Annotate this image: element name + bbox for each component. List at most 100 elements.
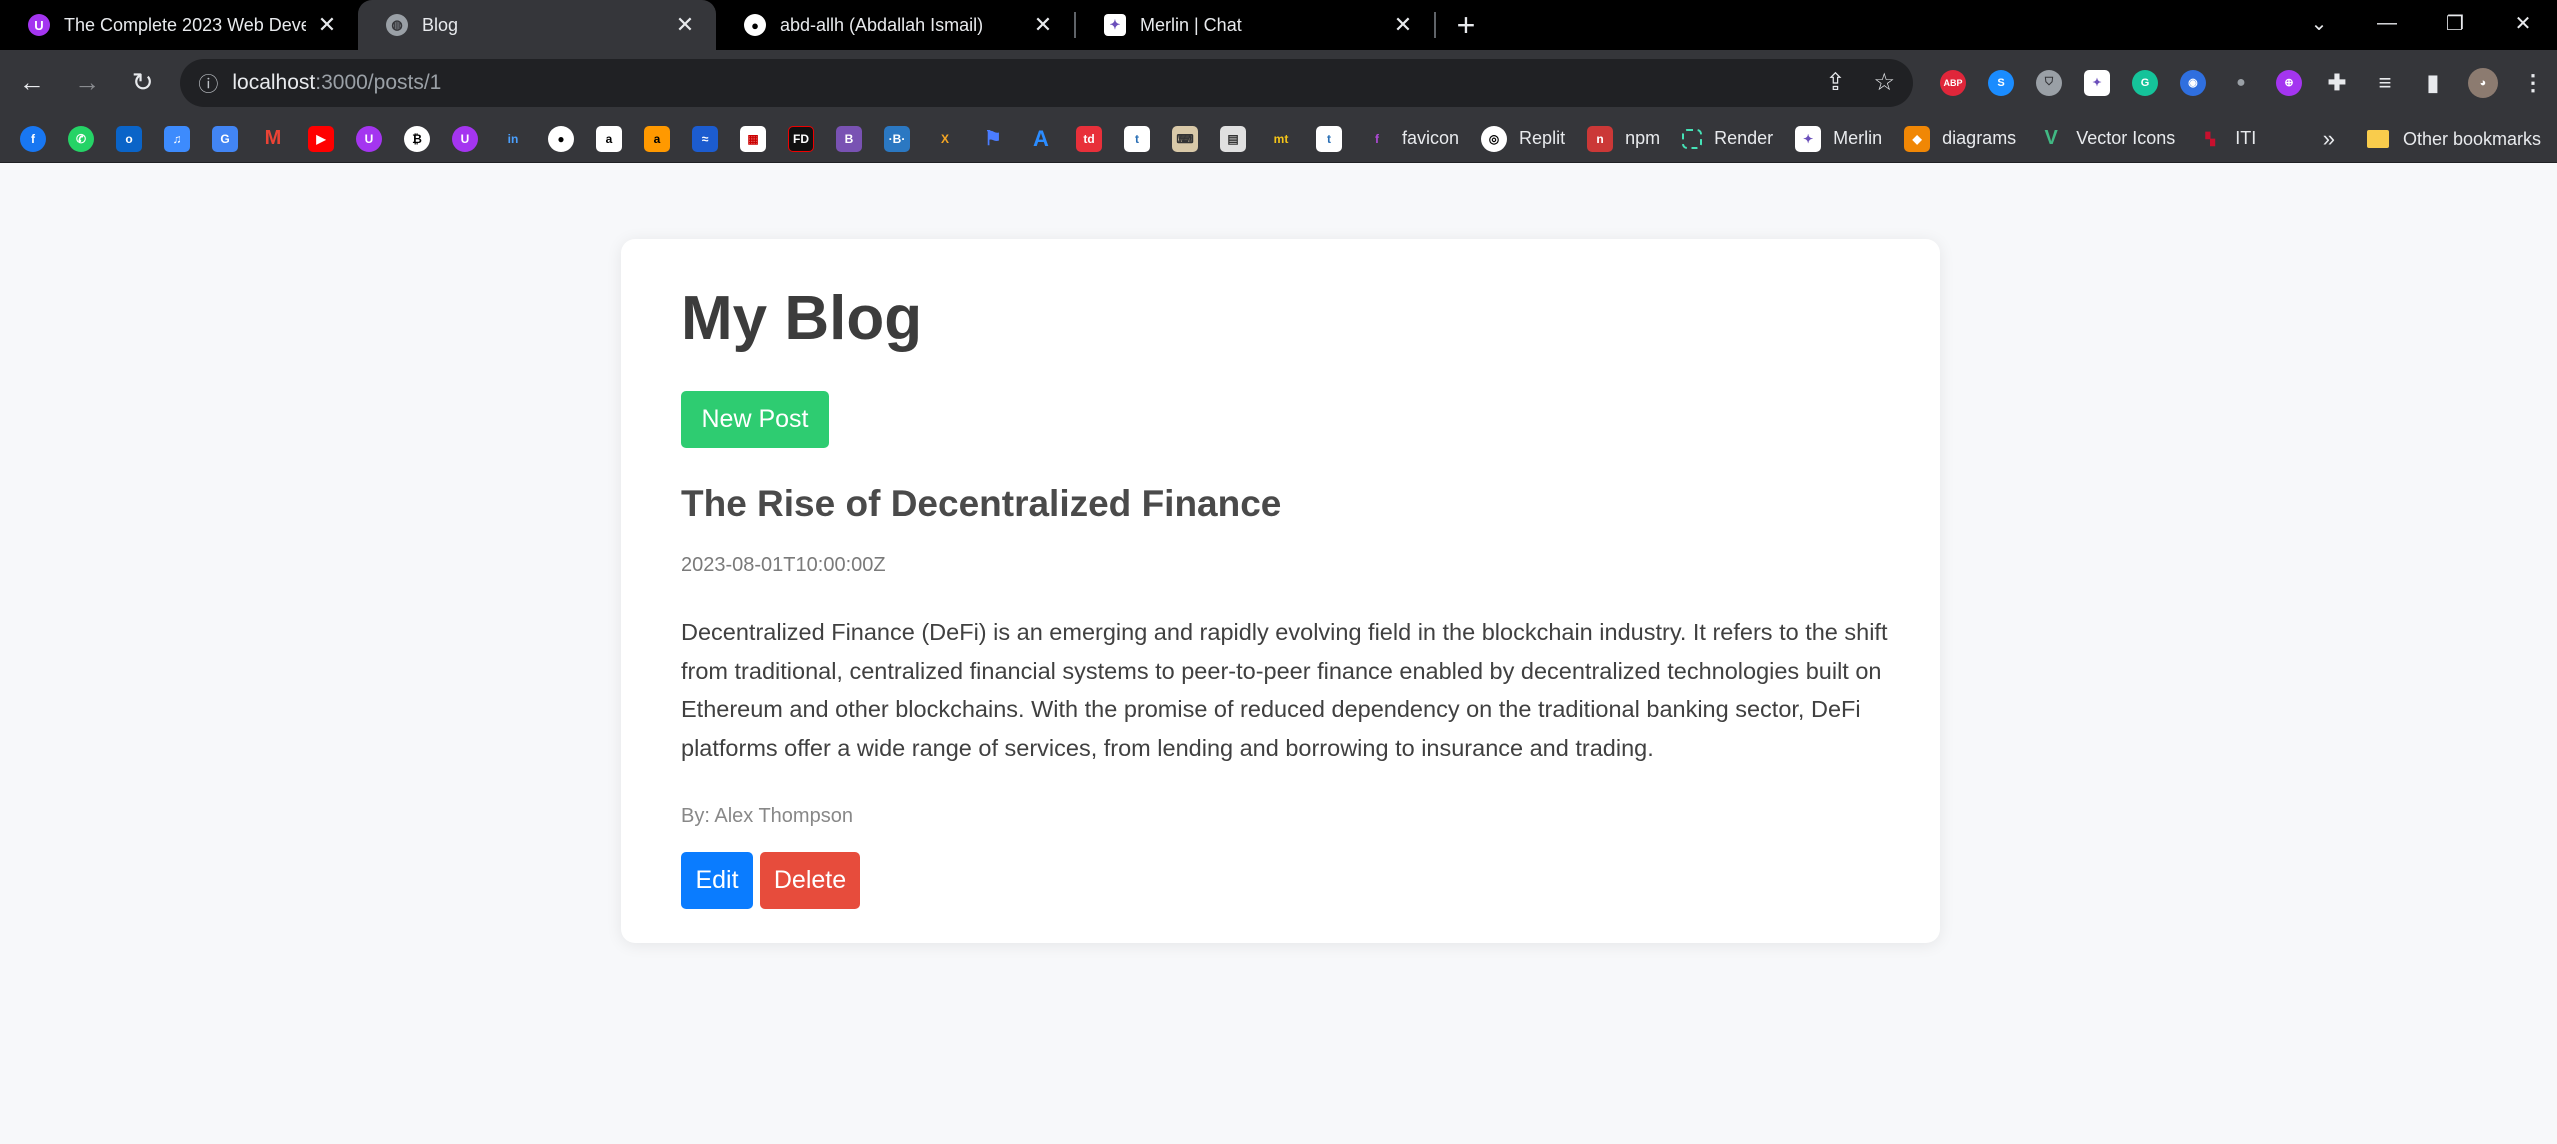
bookmark-bitcoin[interactable]: ₿	[404, 125, 430, 152]
bookmark-diagrams[interactable]: ◆ diagrams	[1904, 125, 2017, 152]
font-icon: A	[1033, 125, 1049, 151]
tab-search-icon[interactable]: ⌄	[2285, 0, 2353, 46]
bookmark-github[interactable]: ●	[548, 125, 574, 152]
bookmark-iti[interactable]: ▚ ITI	[2197, 126, 2257, 152]
bookmark-npm[interactable]: n npm	[1587, 125, 1660, 152]
bookmark-keyboard[interactable]: ⌨	[1172, 125, 1198, 152]
tab-merlin[interactable]: ✦ Merlin | Chat ✕	[1076, 0, 1434, 50]
bookmark-gmail[interactable]: M	[260, 126, 286, 152]
bookmark-font[interactable]: A	[1028, 126, 1054, 152]
new-tab-button[interactable]: +	[1436, 0, 1496, 50]
facebook-icon: f	[20, 125, 46, 152]
profile-avatar[interactable]: ◕	[2467, 67, 2498, 98]
bookmark-facebook[interactable]: f	[20, 125, 46, 152]
translate-icon: G	[212, 125, 238, 152]
post-date: 2023-08-01T10:00:00Z	[681, 554, 886, 576]
grammarly-icon[interactable]: G	[2131, 69, 2158, 96]
tab-blog[interactable]: ◍ Blog ✕	[358, 0, 716, 50]
bookmarks-bar: f ✆ o ♫ G M ▶ U ₿ U in ● a a ≈ ▦ FD B ·B…	[0, 115, 2557, 163]
close-icon[interactable]: ✕	[1030, 12, 1056, 38]
tab-udemy[interactable]: U The Complete 2023 Web Develop ✕	[0, 0, 358, 50]
page-title: My Blog	[681, 284, 923, 353]
shield-icon[interactable]: ⛉	[2035, 69, 2062, 96]
share-icon[interactable]: ⇪	[1825, 68, 1845, 97]
adblock-icon[interactable]: ABP	[1939, 69, 1966, 96]
reading-list-icon[interactable]: ≡	[2372, 70, 2398, 96]
bookmark-amazon[interactable]: a	[596, 125, 622, 152]
back-icon[interactable]: ←	[8, 59, 55, 107]
folder-icon	[2366, 130, 2389, 148]
bookmark-tool[interactable]: ·B·	[884, 125, 910, 152]
forward-icon[interactable]: →	[63, 59, 110, 107]
bookmark-label: Render	[1714, 128, 1774, 148]
bookmark-doc[interactable]: ▤	[1220, 125, 1246, 152]
music-icon: ♫	[164, 125, 190, 152]
edit-button[interactable]: Edit	[681, 852, 753, 909]
new-post-button[interactable]: New Post	[681, 391, 829, 448]
menu-icon[interactable]: ⋮	[2520, 70, 2546, 96]
bookmark-linkedin[interactable]: in	[500, 126, 526, 152]
site-icon: ≈	[692, 125, 718, 152]
bookmark-t-2[interactable]: t	[1316, 125, 1342, 152]
globe-icon: ◍	[386, 14, 408, 36]
xd-icon: X	[940, 131, 949, 146]
bookmark-outlook[interactable]: o	[116, 125, 142, 152]
minimize-icon[interactable]: —	[2353, 0, 2421, 46]
window-controls: ⌄ — ❐ ✕	[2285, 0, 2557, 46]
bookmark-td[interactable]: td	[1076, 125, 1102, 152]
wappalyzer-icon[interactable]: ◉	[2179, 69, 2206, 96]
address-bar[interactable]: ⓘ localhost :3000/posts/1 ⇪ ☆	[180, 58, 1913, 107]
bookmark-star-icon[interactable]: ☆	[1873, 68, 1895, 97]
bookmark-translate[interactable]: G	[212, 125, 238, 152]
replit-icon: ◎	[1481, 125, 1508, 152]
bookmark-whatsapp[interactable]: ✆	[68, 125, 94, 152]
bookmark-merlin[interactable]: ✦ Merlin	[1795, 125, 1882, 152]
bookmark-flag[interactable]: ⚑	[980, 126, 1006, 152]
post-content: Decentralized Finance (DeFi) is an emerg…	[681, 619, 1888, 761]
tab-github[interactable]: ● abd-allh (Abdallah Ismail) ✕	[716, 0, 1074, 50]
reload-icon[interactable]: ↻	[119, 59, 166, 107]
tab-title: Merlin | Chat	[1140, 14, 1242, 35]
site-info-icon[interactable]: ⓘ	[198, 68, 218, 97]
bookmark-bootstrap[interactable]: B	[836, 125, 862, 152]
close-icon[interactable]: ✕	[1390, 12, 1416, 38]
vpn-icon[interactable]: ⊕	[2275, 69, 2302, 96]
post-author: By: Alex Thompson	[681, 805, 853, 827]
bookmark-mt[interactable]: mt	[1268, 126, 1294, 152]
side-panel-icon[interactable]: ▮	[2420, 70, 2446, 96]
other-bookmarks[interactable]: Other bookmarks	[2403, 129, 2541, 150]
bookmark-youtube[interactable]: ▶	[308, 125, 334, 152]
document-icon: ▤	[1220, 125, 1246, 152]
delete-button[interactable]: Delete	[760, 852, 860, 909]
bookmark-fd[interactable]: FD	[788, 125, 814, 152]
shazam-icon[interactable]: S	[1987, 69, 2014, 96]
merlin-ext-icon[interactable]: ✦	[2083, 69, 2110, 96]
bookmark-amazon-2[interactable]: a	[644, 125, 670, 152]
mic-icon[interactable]: ●	[2228, 70, 2254, 96]
bookmark-music[interactable]: ♫	[164, 125, 190, 152]
bookmark-xd[interactable]: X	[932, 126, 958, 152]
close-icon[interactable]: ✕	[314, 12, 340, 38]
restore-icon[interactable]: ❐	[2421, 0, 2489, 46]
bookmark-t[interactable]: t	[1124, 125, 1150, 152]
outlook-icon: o	[116, 125, 142, 152]
post-card: My Blog New Post The Rise of Decentraliz…	[621, 239, 1940, 943]
bookmark-site[interactable]: ≈	[692, 125, 718, 152]
extensions-row: ABP S ⛉ ✦ G ◉ ● ⊕ ✚ ≡ ▮ ◕ ⋮	[1929, 67, 2557, 98]
bookmark-replit[interactable]: ◎ Replit	[1481, 125, 1565, 152]
bookmark-label: diagrams	[1942, 128, 2017, 148]
bookmark-vector-icons[interactable]: V Vector Icons	[2038, 126, 2176, 152]
bookmark-label: Vector Icons	[2076, 128, 2176, 148]
extensions-puzzle-icon[interactable]: ✚	[2324, 70, 2350, 96]
bookmark-calendar[interactable]: ▦	[740, 125, 766, 152]
bookmark-udemy[interactable]: U	[356, 125, 382, 152]
bitcoin-icon: ₿	[404, 125, 430, 152]
close-window-icon[interactable]: ✕	[2489, 0, 2557, 46]
bookmark-favicon[interactable]: f favicon	[1364, 126, 1459, 152]
tab-title: abd-allh (Abdallah Ismail)	[780, 14, 984, 35]
close-icon[interactable]: ✕	[672, 12, 698, 38]
bookmark-udemy-2[interactable]: U	[452, 125, 478, 152]
chevron-double-right-icon[interactable]: »	[2323, 126, 2335, 152]
tool-icon: ·B·	[884, 125, 910, 152]
bookmark-render[interactable]: Render	[1682, 128, 1773, 149]
